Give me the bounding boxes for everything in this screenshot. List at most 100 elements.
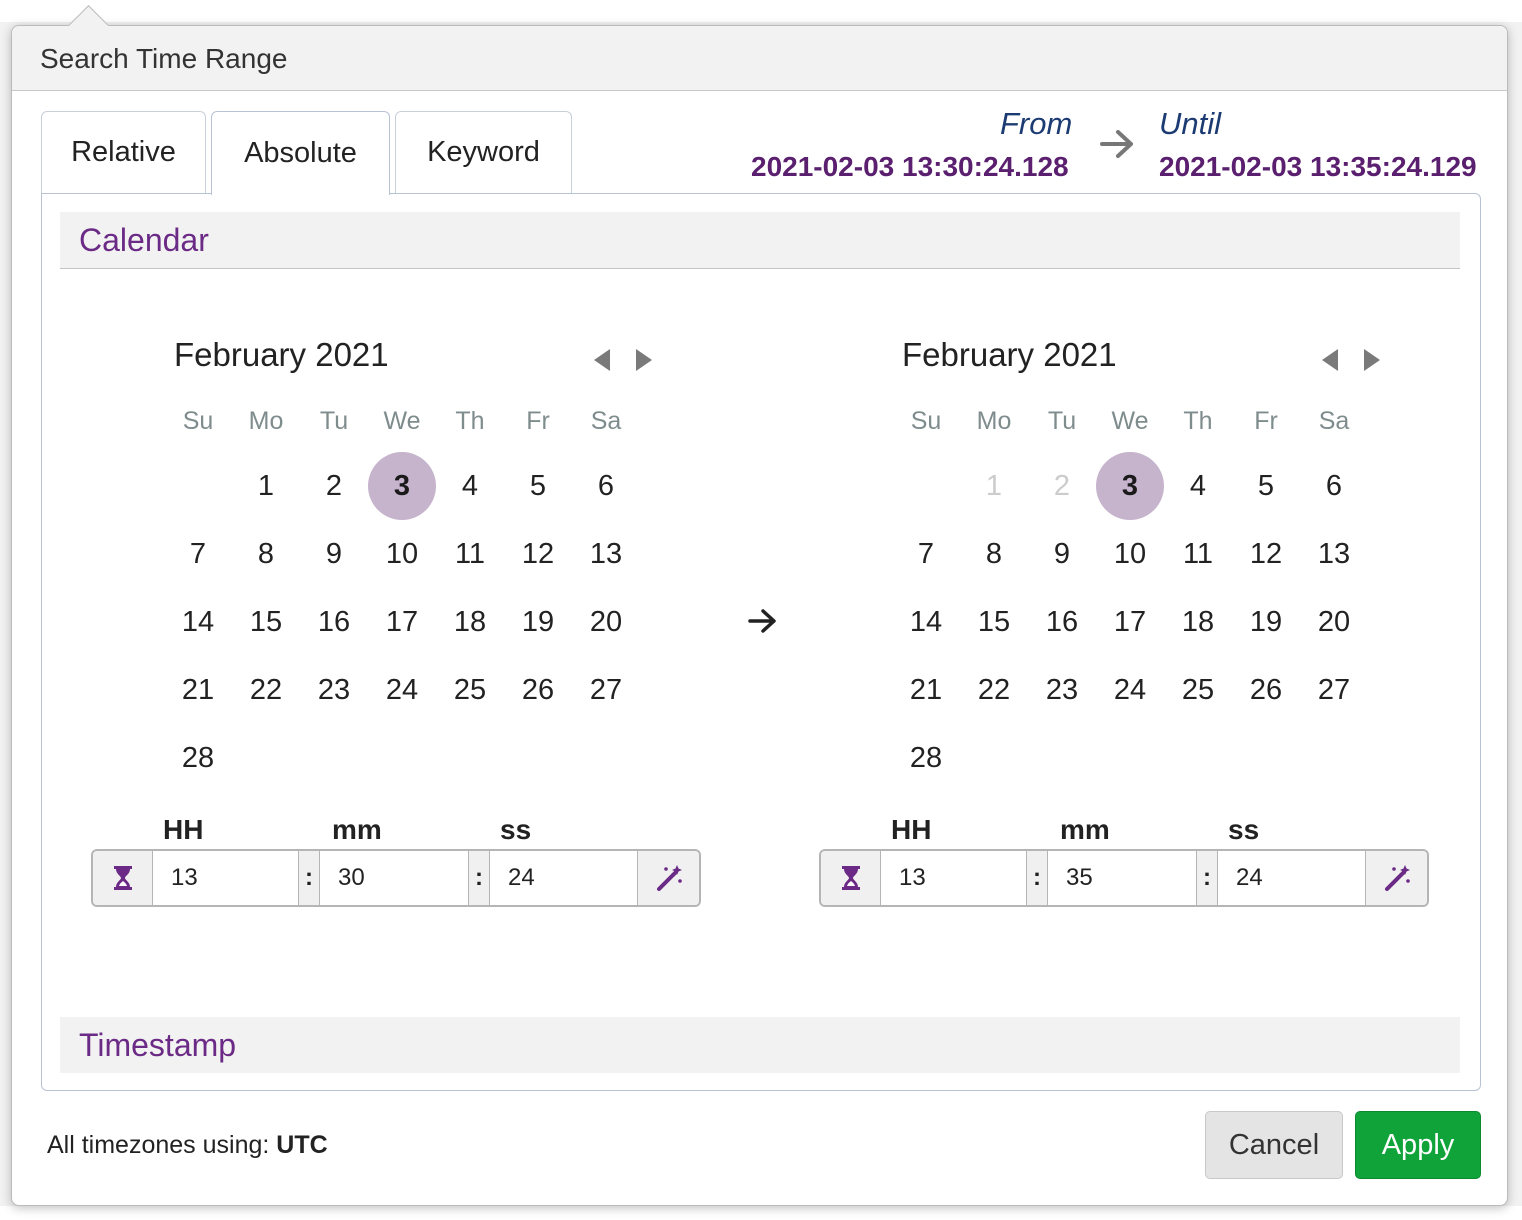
calendar-day[interactable]: 6 xyxy=(1300,452,1368,520)
calendar-day[interactable]: 8 xyxy=(960,520,1028,588)
calendar-day[interactable]: 20 xyxy=(1300,588,1368,656)
time-separator: : xyxy=(1196,851,1218,905)
weekday-header: Sa xyxy=(590,407,622,435)
calendar-day-selected[interactable]: 3 xyxy=(1096,452,1164,520)
section-title: Calendar xyxy=(79,222,209,258)
tab-absolute[interactable]: Absolute xyxy=(211,111,390,195)
hour-input[interactable] xyxy=(881,851,1026,905)
calendar-day[interactable]: 15 xyxy=(232,588,300,656)
minute-input[interactable] xyxy=(320,851,468,905)
calendar-day[interactable]: 9 xyxy=(300,520,368,588)
calendar-day[interactable]: 1 xyxy=(232,452,300,520)
calendar-day[interactable]: 24 xyxy=(1096,656,1164,724)
minute-label: mm xyxy=(1060,814,1110,845)
weekday-header: Fr xyxy=(1254,407,1278,435)
background-page-strip xyxy=(0,0,1522,22)
from-time-input-group: : : xyxy=(91,849,701,907)
calendar-day[interactable]: 27 xyxy=(572,656,640,724)
weekday-header: We xyxy=(383,407,421,435)
calendar-day[interactable]: 28 xyxy=(892,724,960,792)
weekday-header: Tu xyxy=(319,407,349,435)
calendar-day[interactable]: 19 xyxy=(1232,588,1300,656)
calendar-day[interactable]: 23 xyxy=(1028,656,1096,724)
calendar-day[interactable]: 25 xyxy=(1164,656,1232,724)
calendar-day[interactable]: 10 xyxy=(368,520,436,588)
calendar-day[interactable]: 21 xyxy=(892,656,960,724)
calendar-day[interactable]: 10 xyxy=(1096,520,1164,588)
calendar-day[interactable]: 13 xyxy=(572,520,640,588)
calendar-day[interactable]: 19 xyxy=(504,588,572,656)
magic-wand-icon[interactable] xyxy=(637,851,699,905)
second-input[interactable] xyxy=(490,851,637,905)
triangle-left-icon[interactable] xyxy=(592,348,612,372)
calendar-day[interactable]: 17 xyxy=(368,588,436,656)
arrow-right-icon xyxy=(748,609,776,633)
calendar-day[interactable]: 11 xyxy=(1164,520,1232,588)
calendar-day[interactable]: 26 xyxy=(1232,656,1300,724)
calendar-day[interactable]: 9 xyxy=(1028,520,1096,588)
time-separator: : xyxy=(298,851,320,905)
calendar-day-selected[interactable]: 3 xyxy=(368,452,436,520)
calendar-day[interactable]: 24 xyxy=(368,656,436,724)
tab-keyword[interactable]: Keyword xyxy=(395,111,572,193)
section-title: Timestamp xyxy=(79,1027,237,1063)
calendar-day[interactable]: 16 xyxy=(1028,588,1096,656)
tab-label: Keyword xyxy=(427,136,540,168)
calendar-day[interactable]: 20 xyxy=(572,588,640,656)
weekday-header: Su xyxy=(910,407,942,435)
calendar-day[interactable]: 18 xyxy=(436,588,504,656)
triangle-right-icon[interactable] xyxy=(1362,348,1382,372)
weekday-header: Th xyxy=(455,407,485,435)
calendar-day[interactable]: 22 xyxy=(960,656,1028,724)
calendar-day[interactable]: 12 xyxy=(1232,520,1300,588)
calendar-day[interactable]: 2 xyxy=(300,452,368,520)
cancel-button[interactable]: Cancel xyxy=(1205,1111,1343,1179)
calendar-day[interactable]: 28 xyxy=(164,724,232,792)
timestamp-section-header[interactable]: Timestamp xyxy=(60,1017,1460,1073)
calendar-day[interactable]: 12 xyxy=(504,520,572,588)
calendar-day[interactable]: 5 xyxy=(504,452,572,520)
calendar-day[interactable]: 5 xyxy=(1232,452,1300,520)
calendar-day[interactable]: 26 xyxy=(504,656,572,724)
background-page-strip xyxy=(0,1206,1522,1220)
calendar-section-header[interactable]: Calendar xyxy=(60,212,1460,269)
until-value: 2021-02-03 13:35:24.129 xyxy=(1159,151,1477,182)
minute-label: mm xyxy=(332,814,382,845)
calendar-day[interactable]: 15 xyxy=(960,588,1028,656)
timezone-note: All timezones using: UTC xyxy=(47,1131,328,1160)
calendar-day[interactable]: 27 xyxy=(1300,656,1368,724)
second-input[interactable] xyxy=(1218,851,1365,905)
calendar-day[interactable]: 16 xyxy=(300,588,368,656)
calendar-day[interactable]: 14 xyxy=(164,588,232,656)
apply-button[interactable]: Apply xyxy=(1355,1111,1481,1179)
calendar-day[interactable]: 4 xyxy=(436,452,504,520)
absolute-tab-panel: Calendar February 2021 Su Mo Tu We Th Fr Sa 1 2 3… xyxy=(41,193,1481,1091)
tab-label: Absolute xyxy=(244,137,357,169)
calendar-day[interactable]: 21 xyxy=(164,656,232,724)
triangle-right-icon[interactable] xyxy=(634,348,654,372)
calendar-day[interactable]: 8 xyxy=(232,520,300,588)
calendar-day[interactable]: 7 xyxy=(164,520,232,588)
calendar-day[interactable]: 17 xyxy=(1096,588,1164,656)
from-label: From xyxy=(1000,106,1073,141)
hour-input[interactable] xyxy=(153,851,298,905)
weekday-header: Su xyxy=(182,407,214,435)
calendar-day[interactable]: 11 xyxy=(436,520,504,588)
magic-wand-icon[interactable] xyxy=(1365,851,1427,905)
tab-relative[interactable]: Relative xyxy=(41,111,206,193)
calendar-day[interactable]: 23 xyxy=(300,656,368,724)
calendar-day[interactable]: 4 xyxy=(1164,452,1232,520)
calendar-day[interactable]: 18 xyxy=(1164,588,1232,656)
calendar-day[interactable]: 14 xyxy=(892,588,960,656)
calendar-day[interactable]: 13 xyxy=(1300,520,1368,588)
calendar-day[interactable]: 6 xyxy=(572,452,640,520)
minute-input[interactable] xyxy=(1048,851,1196,905)
calendar-day[interactable]: 7 xyxy=(892,520,960,588)
calendar-day[interactable]: 25 xyxy=(436,656,504,724)
hour-label: HH xyxy=(163,814,204,845)
weekday-header: Tu xyxy=(1047,407,1077,435)
triangle-left-icon[interactable] xyxy=(1320,348,1340,372)
calendar-day[interactable]: 22 xyxy=(232,656,300,724)
search-time-range-popover: Search Time Range Relative Absolute Keyw… xyxy=(11,4,1508,1206)
weekday-header: Mo xyxy=(248,407,284,435)
